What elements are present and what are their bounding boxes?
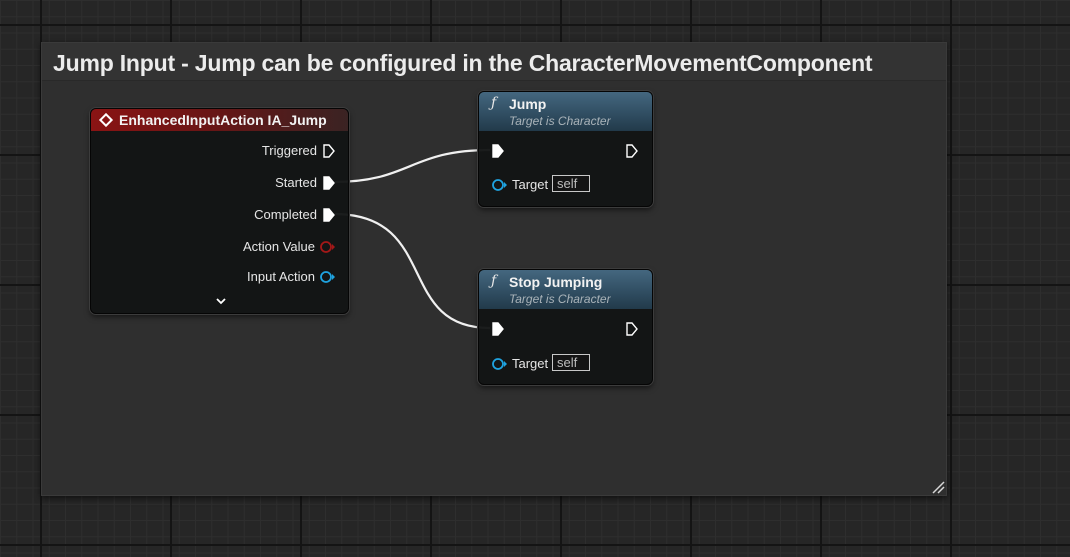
stop-jumping-target-self-field[interactable]: self (552, 354, 590, 371)
event-diamond-icon (98, 112, 114, 128)
jump-target-self-field[interactable]: self (552, 175, 590, 192)
blueprint-graph-canvas[interactable]: Jump Input - Jump can be configured in t… (0, 0, 1070, 557)
jump-function-node[interactable]: ƒ Jump Target is Character Target self (478, 91, 653, 207)
stop-jumping-node-subtitle: Target is Character (509, 292, 611, 306)
object-pin-stop-jumping-target[interactable] (491, 356, 509, 372)
jump-target-label: Target (512, 177, 549, 192)
function-icon: ƒ (491, 273, 497, 289)
object-pin-input-action[interactable] (319, 269, 337, 285)
stop-jumping-target-label: Target (512, 356, 549, 371)
stop-jumping-function-node[interactable]: ƒ Stop Jumping Target is Character Targe… (478, 269, 653, 385)
exec-in-pin-jump[interactable] (491, 143, 505, 159)
exec-pin-completed[interactable] (322, 207, 336, 223)
event-node-title: EnhancedInputAction IA_Jump (119, 112, 327, 128)
jump-node-title: Jump (509, 96, 547, 112)
jump-node-subtitle: Target is Character (509, 114, 611, 128)
object-pin-jump-target[interactable] (491, 177, 509, 193)
jump-node-header[interactable]: ƒ Jump Target is Character (479, 92, 652, 131)
enhanced-input-action-node[interactable]: EnhancedInputAction IA_Jump Triggered St… (90, 108, 349, 314)
exec-pin-triggered[interactable] (322, 143, 336, 159)
pin-label-started: Started (275, 175, 317, 190)
pin-label-input-action: Input Action (247, 269, 315, 284)
struct-pin-action-value[interactable] (319, 239, 337, 255)
stop-jumping-node-title: Stop Jumping (509, 274, 603, 290)
pin-label-action-value: Action Value (242, 239, 315, 254)
exec-in-pin-stop-jumping[interactable] (491, 321, 505, 337)
pin-label-completed: Completed (254, 207, 317, 222)
exec-pin-started[interactable] (322, 175, 336, 191)
exec-out-pin-stop-jumping[interactable] (625, 321, 639, 337)
function-icon: ƒ (491, 95, 497, 111)
pin-label-triggered: Triggered (261, 143, 317, 158)
wire-started-to-jump[interactable] (333, 148, 491, 184)
exec-out-pin-jump[interactable] (625, 143, 639, 159)
wire-completed-to-stop-jumping[interactable] (333, 212, 491, 330)
chevron-down-icon[interactable] (215, 296, 227, 306)
stop-jumping-node-header[interactable]: ƒ Stop Jumping Target is Character (479, 270, 652, 309)
event-node-header[interactable]: EnhancedInputAction IA_Jump (91, 109, 348, 131)
